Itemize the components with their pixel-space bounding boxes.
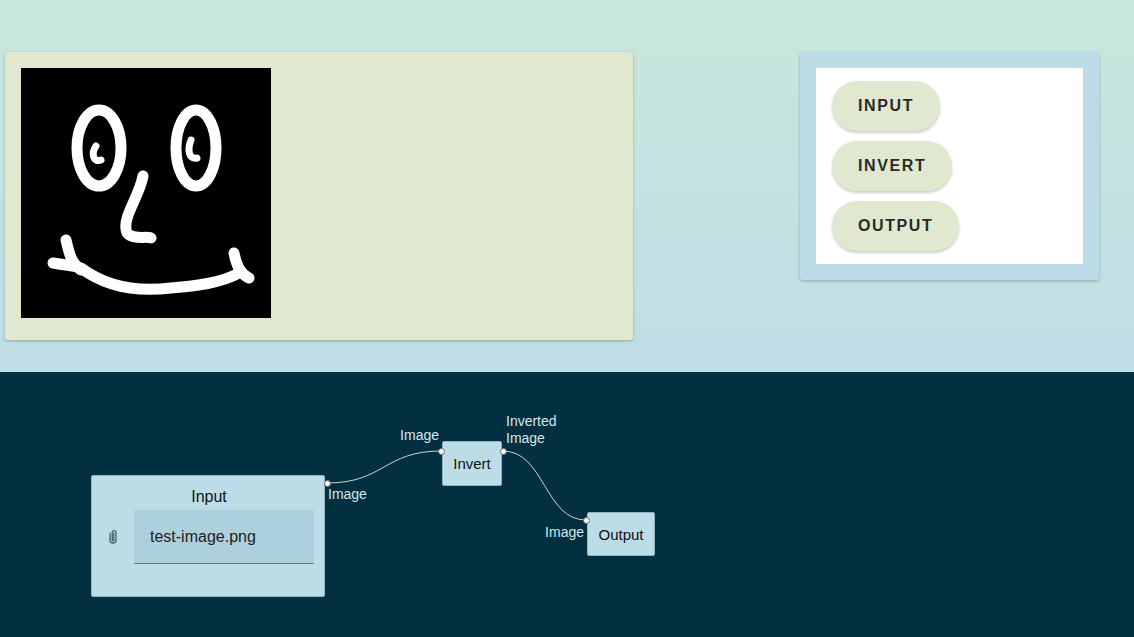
toolbox-panel: INPUT INVERT OUTPUT bbox=[800, 52, 1099, 280]
node-title: Input bbox=[191, 488, 227, 506]
graph-node[interactable]: Input test-image.png bbox=[91, 475, 325, 597]
file-field[interactable]: test-image.png bbox=[134, 510, 314, 564]
node-canvas[interactable]: Input test-image.png Image Invert Image Inver… bbox=[0, 373, 1134, 637]
paperclip-icon[interactable] bbox=[104, 526, 122, 548]
file-row: test-image.png bbox=[104, 510, 314, 564]
toolbox-list: INPUT INVERT OUTPUT bbox=[816, 68, 1083, 264]
edge bbox=[327, 451, 441, 483]
port-label: Image bbox=[328, 486, 367, 503]
node-title: Invert bbox=[453, 455, 491, 472]
output-port[interactable] bbox=[500, 448, 507, 455]
edge bbox=[503, 451, 586, 520]
app: INPUT INVERT OUTPUT Input test-image.png Imag… bbox=[0, 0, 1134, 637]
node-title: Output bbox=[598, 526, 643, 543]
input-port[interactable] bbox=[583, 517, 590, 524]
toolbox-button[interactable]: INVERT bbox=[832, 141, 952, 191]
output-port[interactable] bbox=[324, 480, 331, 487]
port-label: Inverted Image bbox=[506, 413, 568, 447]
workspace: INPUT INVERT OUTPUT bbox=[0, 0, 1134, 373]
port-label: Image bbox=[395, 427, 439, 444]
graph-node[interactable]: Output bbox=[587, 512, 655, 556]
toolbox-button[interactable]: OUTPUT bbox=[832, 201, 959, 251]
input-port[interactable] bbox=[438, 448, 445, 455]
graph-node[interactable]: Invert bbox=[442, 441, 502, 486]
toolbox-button[interactable]: INPUT bbox=[832, 81, 940, 131]
preview-image bbox=[21, 68, 271, 318]
preview-panel bbox=[5, 52, 633, 340]
port-label: Image bbox=[540, 524, 584, 541]
